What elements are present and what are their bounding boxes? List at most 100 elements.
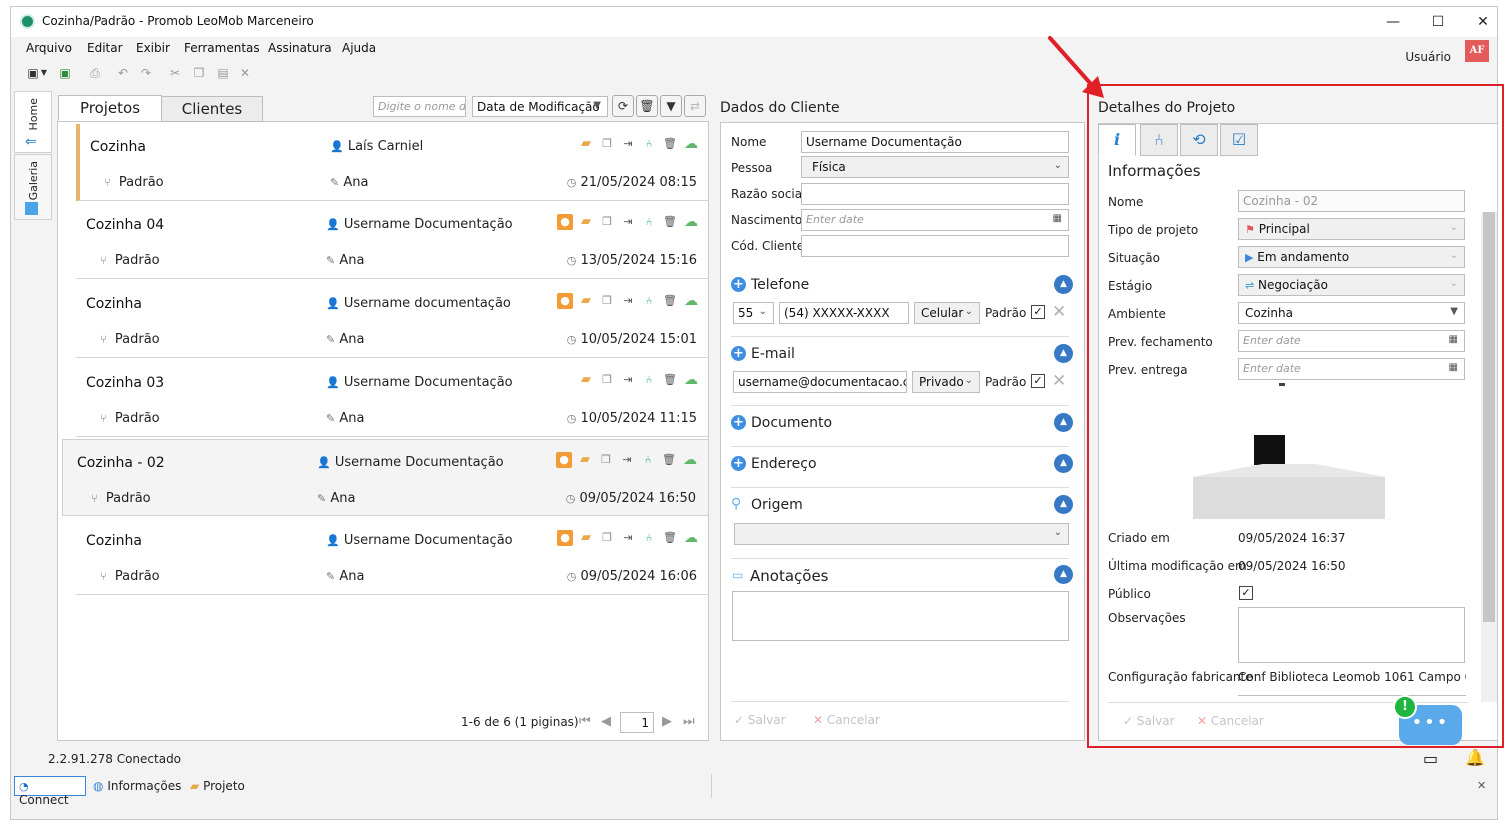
share-icon[interactable]: ⑃ [641,214,657,230]
folder-icon[interactable]: ▰ [578,214,594,230]
remove-phone-icon[interactable]: ✕ [1052,302,1066,322]
user-avatar[interactable]: AF [1465,40,1489,62]
trash-icon[interactable]: 🗑 [661,452,677,468]
origem-section-label[interactable]: Origem [751,497,803,513]
export-icon[interactable]: ▣ [57,65,73,81]
person-icon[interactable]: ● [556,452,572,468]
anotacoes-textarea[interactable] [732,591,1069,641]
first-page-icon[interactable]: ⏮ [579,714,591,729]
menu-exibir[interactable]: Exibir [136,41,170,55]
collapse-documento-icon[interactable]: ▲ [1054,413,1073,432]
trash-icon[interactable]: 🗑 [662,293,678,309]
move-icon[interactable]: ⇥ [619,452,635,468]
minimize-button[interactable]: — [1379,11,1407,33]
copy-icon[interactable]: ❐ [191,65,207,81]
client-nome-input[interactable]: Username Documentação [801,131,1069,153]
cloud-icon[interactable]: ☁ [683,293,699,309]
project-row-selected[interactable]: Cozinha - 02 👤 Username Documentação ⑂ P… [62,439,709,516]
documento-section-label[interactable]: Documento [751,415,832,431]
move-icon[interactable]: ⇥ [620,530,636,546]
client-save-button[interactable]: ✓ Salvar [734,713,786,727]
cloud-icon[interactable]: ☁ [682,452,698,468]
cloud-icon[interactable]: ☁ [683,530,699,546]
trash-icon[interactable]: 🗑 [662,214,678,230]
copy-icon[interactable]: ❐ [599,372,615,388]
copy-icon[interactable]: ❐ [599,136,615,152]
folder-icon[interactable]: ▰ [578,530,594,546]
close-button[interactable]: ✕ [1469,11,1497,33]
tab-informacoes[interactable]: ◍ Informações [93,779,181,793]
menu-arquivo[interactable]: Arquivo [26,41,72,55]
trash-button[interactable]: 🗑 [636,95,658,117]
collapse-anotacoes-icon[interactable]: ▲ [1054,565,1073,584]
email-input[interactable]: username@documentacao.com [733,371,907,393]
tab-clientes[interactable]: Clientes [161,96,263,122]
add-endereco-icon[interactable]: + [731,456,746,471]
client-pessoa-select[interactable]: Física ⌄ [801,156,1069,178]
client-cod-input[interactable] [801,235,1069,257]
collapse-email-icon[interactable]: ▲ [1054,344,1073,363]
project-row[interactable]: Cozinha 03 👤 Username Documentação ⑂ Pad… [76,360,709,437]
next-page-icon[interactable]: ▶ [662,714,672,729]
telefone-section-label[interactable]: Telefone [751,277,809,293]
folder-icon[interactable]: ▰ [578,293,594,309]
add-telefone-icon[interactable]: + [731,277,746,292]
endereco-section-label[interactable]: Endereço [751,456,817,472]
share-icon[interactable]: ⑃ [641,530,657,546]
bell-icon[interactable]: 🔔 [1465,748,1485,767]
client-razao-input[interactable] [801,183,1069,205]
email-type-select[interactable]: Privado ⌄ [912,371,980,393]
folder-icon[interactable]: ▰ [578,136,594,152]
save-dropdown-icon[interactable]: ▼ [40,65,48,81]
trash-icon[interactable]: 🗑 [662,530,678,546]
person-icon[interactable]: ● [557,293,573,309]
share-icon[interactable]: ⑃ [641,293,657,309]
tab-projetos[interactable]: Projetos [58,95,162,121]
prev-page-icon[interactable]: ◀ [601,714,611,729]
project-row[interactable]: Cozinha 👤 Username documentação ⑂ Padrão… [76,281,709,358]
folder-icon[interactable]: ▰ [577,452,593,468]
person-icon[interactable]: ● [557,214,573,230]
cloud-icon[interactable]: ☁ [683,372,699,388]
maximize-button[interactable]: ☐ [1424,11,1452,33]
move-icon[interactable]: ⇥ [620,214,636,230]
email-section-label[interactable]: E-mail [751,346,795,362]
project-search-input[interactable]: Digite o nome do [373,96,466,117]
add-documento-icon[interactable]: + [731,415,746,430]
tab-connect[interactable]: ◔ Connect [14,776,86,807]
copy-icon[interactable]: ❐ [599,214,615,230]
cloud-icon[interactable]: ☁ [683,136,699,152]
trash-icon[interactable]: 🗑 [662,136,678,152]
copy-icon[interactable]: ❐ [598,452,614,468]
filter-button[interactable]: ▼ [660,95,682,117]
copy-icon[interactable]: ❐ [599,530,615,546]
phone-input[interactable]: (54) XXXXX-XXXX [779,302,909,324]
side-tab-home[interactable]: Home ⇐ [14,91,52,153]
share-icon[interactable]: ⑃ [640,452,656,468]
folder-icon[interactable]: ▰ [578,372,594,388]
screen-share-icon[interactable]: ▭ [1423,749,1438,768]
menu-ajuda[interactable]: Ajuda [342,41,376,55]
add-email-icon[interactable]: + [731,346,746,361]
ddi-select[interactable]: 55 ⌄ [733,302,774,324]
user-label[interactable]: Usuário [1405,50,1451,64]
collapse-telefone-icon[interactable]: ▲ [1054,275,1073,294]
move-icon[interactable]: ⇥ [620,293,636,309]
cloud-icon[interactable]: ☁ [683,214,699,230]
phone-padrao-checkbox[interactable]: ✓ [1031,305,1045,319]
paste-icon[interactable]: ▤ [215,65,231,81]
save-icon[interactable]: ▣ [25,65,41,81]
person-icon[interactable]: ● [557,530,573,546]
copy-icon[interactable]: ❐ [599,293,615,309]
tab-projeto[interactable]: ▰ Projeto [190,779,245,793]
redo-icon[interactable]: ↷ [138,65,154,81]
anotacoes-section-label[interactable]: Anotações [750,567,829,585]
menu-assinatura[interactable]: Assinatura [268,41,332,55]
page-number-input[interactable]: 1 [620,712,654,733]
move-icon[interactable]: ⇥ [620,136,636,152]
refresh-button[interactable]: ⟳ [612,95,634,117]
swap-button[interactable]: ⇄ [684,95,706,117]
menu-ferramentas[interactable]: Ferramentas [184,41,260,55]
trash-icon[interactable]: 🗑 [662,372,678,388]
origem-select[interactable]: ⌄ [734,523,1069,545]
